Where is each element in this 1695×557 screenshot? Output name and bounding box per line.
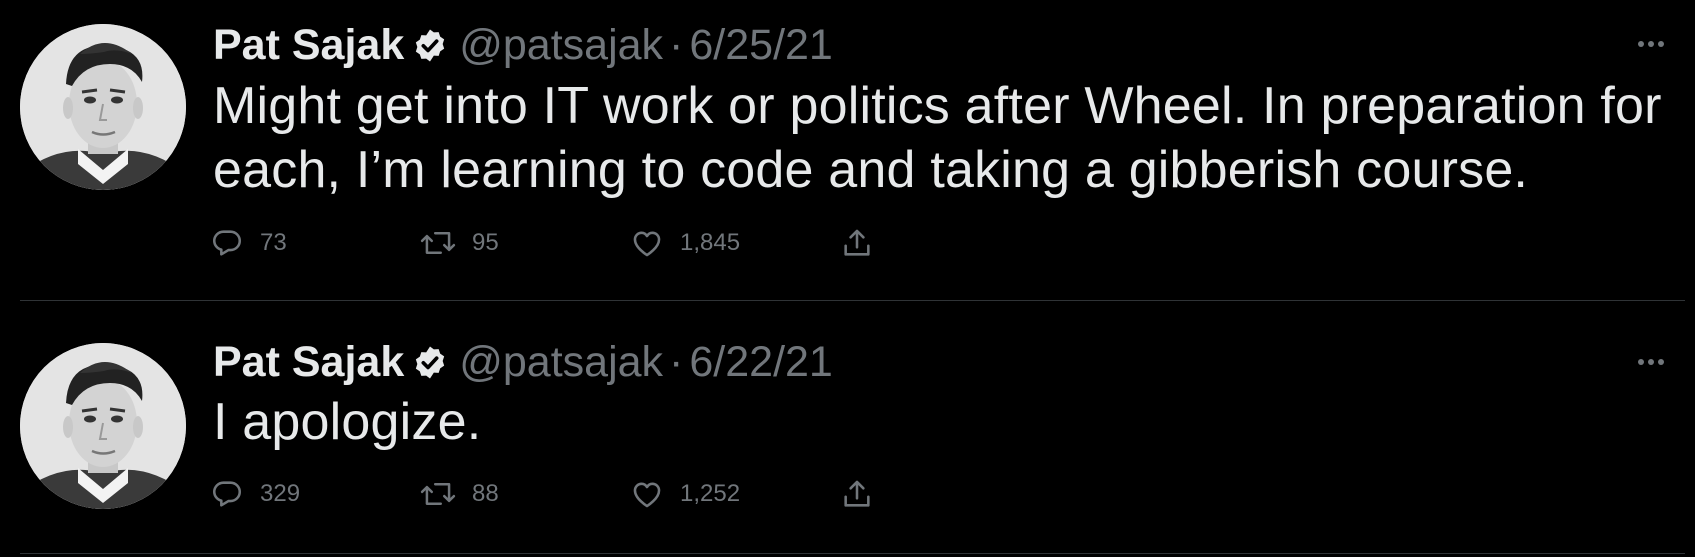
tweet[interactable]: Pat Sajak @patsajak · 6/25/21 Might get … [0,0,1695,300]
tweet-actions: 73 95 1,845 [210,223,890,263]
tweet-header: Pat Sajak @patsajak · 6/25/21 [213,17,833,73]
share-button[interactable] [840,474,874,514]
tweet[interactable]: Pat Sajak @patsajak · 6/22/21 I apologiz… [0,301,1695,554]
reply-button[interactable]: 329 [210,474,300,514]
reply-icon [210,226,244,260]
retweet-count: 88 [472,480,499,507]
separator-dot: · [669,21,684,69]
more-options-icon[interactable] [1631,342,1671,382]
share-icon [840,226,874,260]
like-count: 1,252 [680,480,741,507]
share-icon [840,477,874,511]
tweet-text: I apologize. [213,393,482,451]
retweet-count: 95 [472,229,499,256]
reply-count: 329 [260,480,301,507]
retweet-button[interactable]: 88 [420,474,499,514]
separator-dot: · [669,338,684,386]
tweet-date[interactable]: 6/25/21 [689,17,832,73]
reply-button[interactable]: 73 [210,223,287,263]
more-options-icon[interactable] [1631,24,1671,64]
user-handle[interactable]: @patsajak [459,334,663,390]
like-button[interactable]: 1,845 [630,223,740,263]
display-name[interactable]: Pat Sajak [213,334,404,390]
tweet-text: Might get into IT work or politics after… [213,77,1662,199]
avatar[interactable] [20,343,186,509]
like-button[interactable]: 1,252 [630,474,740,514]
retweet-button[interactable]: 95 [420,223,499,263]
avatar[interactable] [20,24,186,190]
verified-badge-icon [410,25,450,65]
display-name[interactable]: Pat Sajak [213,17,404,73]
tweet-date[interactable]: 6/22/21 [689,334,832,390]
like-count: 1,845 [680,229,741,256]
tweet-divider [20,553,1685,554]
tweet-actions: 329 88 1,252 [210,474,890,514]
user-handle[interactable]: @patsajak [459,17,663,73]
share-button[interactable] [840,223,874,263]
reply-count: 73 [260,229,287,256]
heart-icon [630,477,664,511]
reply-icon [210,477,244,511]
heart-icon [630,226,664,260]
retweet-icon [420,477,456,511]
tweet-header: Pat Sajak @patsajak · 6/22/21 [213,334,833,390]
verified-badge-icon [410,342,450,382]
retweet-icon [420,226,456,260]
